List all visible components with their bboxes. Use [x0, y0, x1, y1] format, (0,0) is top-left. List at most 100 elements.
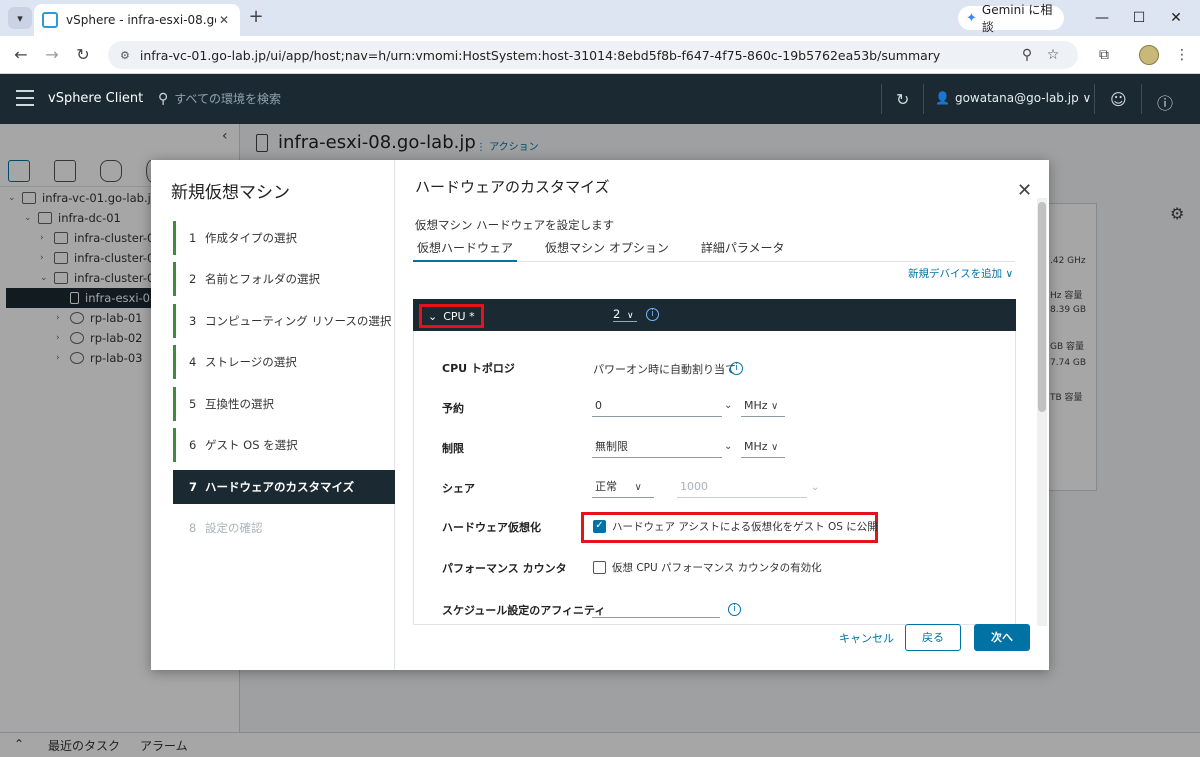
unit-label: MHz	[744, 440, 768, 453]
step-label: 互換性の選択	[205, 397, 274, 411]
reservation-label: 予約	[442, 402, 464, 415]
cpu-section-header	[413, 299, 1016, 331]
step-8: 8 設定の確認	[173, 511, 395, 545]
refresh-icon[interactable]: ↻	[896, 90, 909, 109]
chevron-down-icon: ∨	[626, 311, 634, 321]
new-tab-button[interactable]: +	[246, 6, 266, 28]
step-1[interactable]: 1 作成タイプの選択	[173, 221, 395, 255]
perf-counter-label: パフォーマンス カウンタ	[442, 562, 567, 575]
step-6[interactable]: 6 ゲスト OS を選択	[173, 428, 395, 462]
unit-label: MHz	[744, 399, 768, 412]
step-2[interactable]: 2 名前とフォルダの選択	[173, 262, 395, 296]
tab-search-button[interactable]: ▾	[8, 7, 32, 29]
zoom-icon[interactable]: ⚲	[1014, 47, 1040, 63]
step-3[interactable]: 3 コンピューティング リソースの選択	[173, 304, 395, 338]
affinity-label: スケジュール設定のアフィニティ	[442, 604, 606, 617]
info-icon[interactable]: i	[730, 362, 743, 375]
maximize-icon[interactable]: ☐	[1129, 8, 1149, 28]
tab-advanced-parameters[interactable]: 詳細パラメータ	[697, 238, 789, 262]
tab-title: vSphere - infra-esxi-08.go-lab.jp	[66, 13, 216, 27]
shares-level-select[interactable]: 正常 ∨	[592, 478, 654, 498]
cpu-expander[interactable]: ⌄ CPU *	[419, 304, 484, 328]
step-number: 3	[189, 314, 197, 328]
wizard-subtitle: 仮想マシン ハードウェアを設定します	[415, 218, 615, 232]
cpu-topology-value: パワーオン時に自動割り当て	[593, 363, 736, 376]
cpu-count-select[interactable]: 2 ∨	[613, 307, 637, 322]
step-label: コンピューティング リソースの選択	[205, 314, 392, 328]
search-placeholder: すべての環境を検索	[174, 92, 281, 106]
step-label: ゲスト OS を選択	[205, 438, 298, 452]
more-menu-icon[interactable]: ⋮	[1172, 45, 1192, 65]
header-divider	[923, 84, 924, 114]
chevron-down-icon[interactable]: ⌄	[724, 400, 732, 411]
browser-tab[interactable]: vSphere - infra-esxi-08.go-lab.jp ✕	[34, 4, 240, 36]
gemini-label: Gemini に相談	[981, 3, 1053, 34]
step-number: 6	[189, 438, 197, 452]
step-label: 設定の確認	[205, 521, 263, 535]
info-icon[interactable]: i	[728, 603, 741, 616]
vsphere-favicon-icon	[42, 12, 58, 28]
search-icon: ⚲	[158, 90, 169, 107]
step-label: 名前とフォルダの選択	[205, 272, 320, 286]
step-number: 5	[189, 397, 197, 411]
close-icon[interactable]: ✕	[216, 13, 232, 27]
header-divider	[881, 84, 882, 114]
add-new-device-button[interactable]: 新規デバイスを追加 ∨	[908, 266, 1013, 281]
perf-counter-text: 仮想 CPU パフォーマンス カウンタの有効化	[612, 562, 822, 574]
minimize-icon[interactable]: —	[1092, 8, 1112, 28]
chevron-down-icon: ∨	[771, 401, 779, 412]
cpu-count-value: 2	[613, 307, 621, 321]
limit-input[interactable]: 無制限	[592, 438, 722, 458]
chevron-down-icon: ∨	[771, 442, 779, 453]
feedback-smiley-icon[interactable]: ☺	[1110, 90, 1127, 109]
wizard-content: ハードウェアのカスタマイズ ✕ 仮想マシン ハードウェアを設定します 仮想ハード…	[395, 160, 1049, 670]
step-label: ハードウェアのカスタマイズ	[205, 480, 355, 494]
site-info-icon[interactable]: ⚙	[120, 49, 130, 62]
chevron-down-icon: ⌄	[428, 309, 438, 323]
forward-arrow-icon[interactable]: →	[41, 44, 63, 66]
user-icon: 👤	[935, 91, 950, 105]
help-icon[interactable]: ⓘ	[1157, 90, 1173, 114]
reload-icon[interactable]: ↻	[72, 44, 94, 66]
hamburger-menu-icon[interactable]	[16, 90, 34, 106]
scrollbar-thumb[interactable]	[1038, 202, 1046, 412]
hw-virtualization-label: ハードウェア仮想化	[442, 521, 541, 534]
tab-virtual-hardware[interactable]: 仮想ハードウェア	[413, 238, 518, 262]
back-arrow-icon[interactable]: ←	[10, 44, 32, 66]
wizard-heading: ハードウェアのカスタマイズ	[415, 178, 610, 196]
step-5[interactable]: 5 互換性の選択	[173, 387, 395, 421]
next-button[interactable]: 次へ	[974, 624, 1030, 651]
global-search[interactable]: ⚲ すべての環境を検索	[158, 90, 281, 107]
address-bar[interactable]: ⚙ infra-vc-01.go-lab.jp/ui/app/host;nav=…	[108, 41, 1078, 69]
reservation-unit-select[interactable]: MHz ∨	[741, 397, 785, 417]
reservation-input[interactable]: 0	[592, 397, 722, 417]
chevron-down-icon[interactable]: ⌄	[724, 441, 732, 452]
affinity-input[interactable]	[592, 598, 720, 618]
hw-virtualization-checkbox[interactable]: ✓	[593, 520, 606, 533]
user-name: gowatana@go-lab.jp ∨	[954, 91, 1092, 105]
profile-avatar[interactable]	[1139, 45, 1159, 65]
step-number: 4	[189, 355, 197, 369]
gemini-button[interactable]: ✦ Gemini に相談	[958, 3, 1064, 34]
limit-unit-select[interactable]: MHz ∨	[741, 438, 785, 458]
gemini-sparkle-icon: ✦	[966, 10, 977, 26]
extensions-icon[interactable]: ⧉	[1094, 45, 1114, 65]
step-label: 作成タイプの選択	[205, 231, 297, 245]
chevron-down-icon: ∨	[634, 482, 642, 493]
window-close-icon[interactable]: ✕	[1166, 8, 1186, 28]
step-number: 2	[189, 272, 197, 286]
tab-vm-options[interactable]: 仮想マシン オプション	[541, 238, 673, 262]
url-text[interactable]: infra-vc-01.go-lab.jp/ui/app/host;nav=h/…	[140, 48, 1014, 63]
step-number: 8	[189, 521, 197, 535]
cancel-button[interactable]: キャンセル	[839, 630, 894, 646]
close-icon[interactable]: ✕	[1017, 180, 1032, 201]
user-menu[interactable]: 👤 gowatana@go-lab.jp ∨	[935, 91, 1091, 105]
step-4[interactable]: 4 ストレージの選択	[173, 345, 395, 379]
info-icon[interactable]: i	[646, 308, 659, 321]
perf-counter-checkbox[interactable]	[593, 561, 606, 574]
bookmark-star-icon[interactable]: ☆	[1040, 47, 1066, 63]
cpu-label: CPU *	[443, 309, 475, 323]
hw-virtualization-text: ハードウェア アシストによる仮想化をゲスト OS に公開	[612, 521, 878, 533]
back-button[interactable]: 戻る	[905, 624, 961, 651]
step-7[interactable]: 7 ハードウェアのカスタマイズ	[173, 470, 395, 504]
